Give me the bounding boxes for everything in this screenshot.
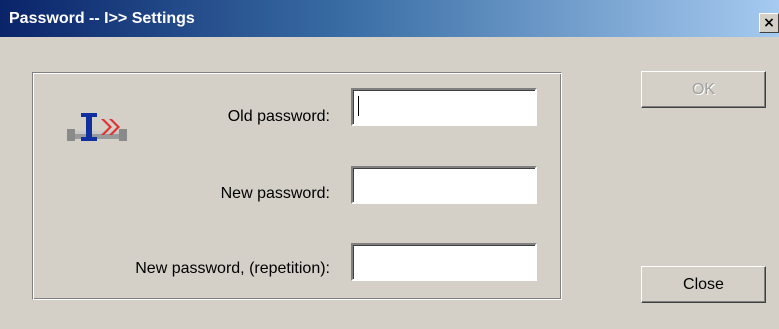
close-button[interactable]: Close xyxy=(641,266,766,303)
repeat-password-field[interactable] xyxy=(351,243,537,281)
app-logo-icon xyxy=(67,113,127,141)
title-bar[interactable]: Password -- I>> Settings × xyxy=(0,0,779,37)
close-icon[interactable]: × xyxy=(759,13,779,33)
new-password-label: New password: xyxy=(220,185,330,202)
old-password-label: Old password: xyxy=(227,108,330,125)
ok-button[interactable]: OK xyxy=(641,71,766,108)
old-password-field[interactable] xyxy=(351,88,537,126)
window-title: Password -- I>> Settings xyxy=(9,10,195,27)
text-caret xyxy=(358,96,359,116)
new-password-field[interactable] xyxy=(351,166,537,204)
password-settings-dialog: Password -- I>> Settings × Old password:… xyxy=(0,0,779,329)
repeat-password-label: New password, (repetition): xyxy=(135,260,330,277)
